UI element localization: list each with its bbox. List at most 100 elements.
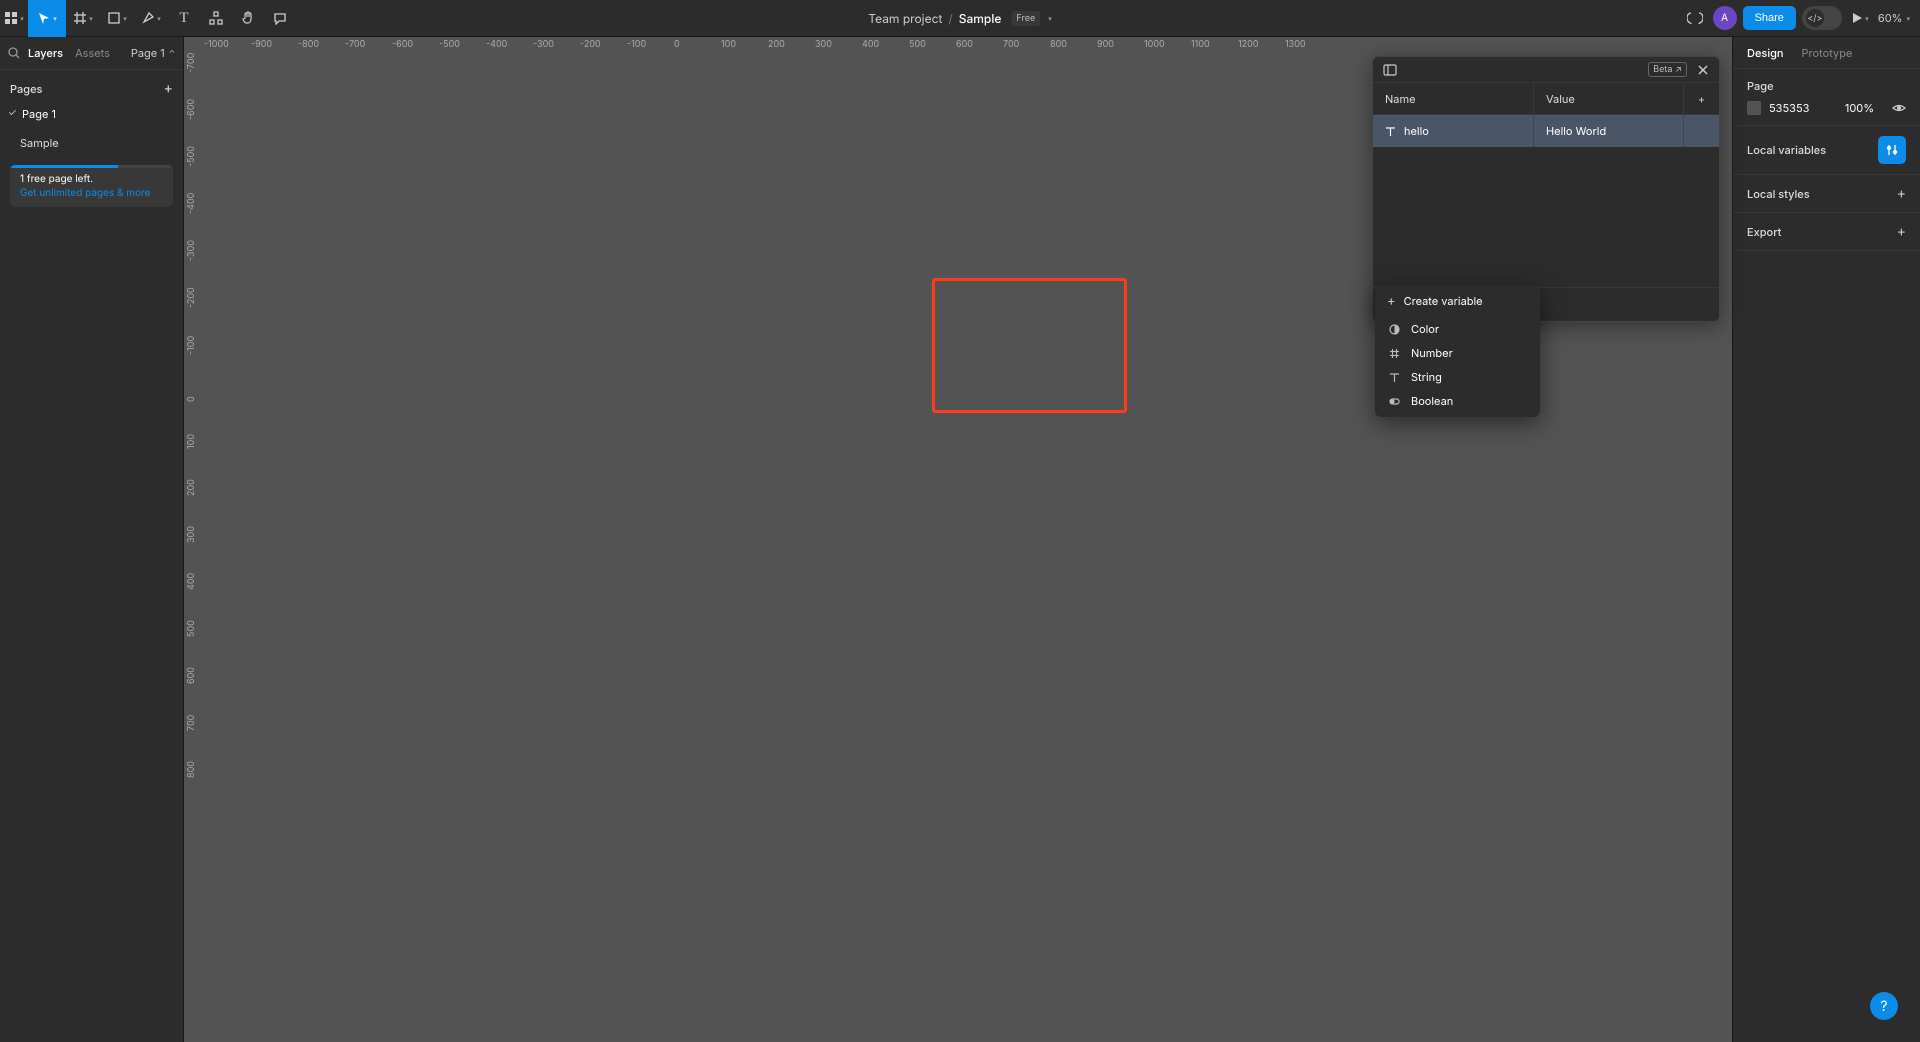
assets-tab[interactable]: Assets [75,46,110,60]
audio-button[interactable] [1683,6,1707,30]
comment-tool-button[interactable] [264,0,296,37]
chevron-down-icon[interactable]: ▾ [1048,14,1052,23]
share-button[interactable]: Share [1743,6,1796,30]
code-icon: </> [1806,9,1824,27]
hand-tool-button[interactable] [232,0,264,37]
create-color-variable[interactable]: Color [1375,317,1540,341]
export-label: Export [1747,225,1781,239]
add-style-button[interactable]: + [1897,185,1906,202]
page-opacity-value[interactable]: 100% [1845,101,1874,115]
ruler-tick: 400 [186,573,197,590]
ruler-tick: 800 [1050,39,1067,50]
shape-tool-button[interactable]: ▾ [100,0,134,37]
ruler-tick: -1000 [204,39,229,50]
chevron-down-icon: ▾ [157,14,161,23]
create-variable-button[interactable]: + Create variable [1375,285,1540,317]
variable-name[interactable]: hello [1404,124,1429,138]
promo-line1: 1 free page left. [20,173,163,185]
create-string-variable[interactable]: String [1375,365,1540,389]
layer-item[interactable]: Sample [0,131,183,155]
variables-panel: Beta ↗ Name Value + hello Hello World [1372,56,1720,322]
text-tool-button[interactable]: T [168,0,200,37]
ruler-tick: 300 [186,526,197,543]
ruler-tick: 1300 [1285,39,1306,50]
ruler-tick: -200 [186,287,197,308]
plan-badge: Free [1011,11,1040,26]
beta-badge: Beta ↗ [1648,62,1687,77]
pen-tool-button[interactable]: ▾ [134,0,168,37]
page-selector[interactable]: Page 1 ⌃ [131,46,175,60]
ruler-tick: 200 [768,39,785,50]
ruler-tick: 1200 [1238,39,1259,50]
variable-row[interactable]: hello Hello World [1373,115,1719,147]
dev-mode-toggle[interactable]: </> [1802,6,1842,30]
resources-tool-button[interactable] [200,0,232,37]
upgrade-promo[interactable]: 1 free page left. Get unlimited pages & … [10,165,173,207]
add-page-button[interactable]: + [164,80,173,97]
page-section-title: Page [1747,79,1906,93]
ruler-tick: -500 [186,146,197,167]
create-variable-popover: + Create variable Color Number String Bo… [1375,285,1540,417]
promo-line2[interactable]: Get unlimited pages & more [20,187,163,199]
main-menu-button[interactable]: ▾ [0,0,28,37]
ruler-tick: -600 [392,39,413,50]
ruler-tick: 800 [186,761,197,778]
help-button[interactable]: ? [1870,992,1898,1020]
search-icon[interactable] [8,47,20,59]
chevron-down-icon: ▾ [89,14,93,23]
page-item[interactable]: Page 1 [0,103,183,125]
create-number-variable[interactable]: Number [1375,341,1540,365]
number-icon [1389,348,1401,359]
add-column-button[interactable]: + [1683,83,1719,114]
user-avatar[interactable]: A [1713,6,1737,30]
chevron-down-icon: ▾ [123,14,127,23]
create-boolean-variable[interactable]: Boolean [1375,389,1540,413]
left-panel: Layers Assets Page 1 ⌃ Pages + Page 1 Sa… [0,37,184,1042]
sidebar-toggle-icon[interactable] [1383,63,1397,77]
page-color-value[interactable]: 535353 [1769,101,1809,115]
ruler-tick: -100 [186,336,197,355]
present-button[interactable]: ▾ [1848,6,1872,30]
close-button[interactable] [1697,64,1709,76]
ruler-tick: 100 [721,39,736,50]
layers-tab[interactable]: Layers [28,46,63,60]
ruler-tick: 100 [186,434,197,449]
frame-tool-button[interactable]: ▾ [66,0,100,37]
zoom-control[interactable]: 60% ▾ [1878,11,1910,25]
ruler-tick: -600 [186,99,197,120]
ruler-tick: 1100 [1191,39,1210,50]
chevron-up-icon: ⌃ [169,48,175,58]
ruler-tick: 900 [1097,39,1114,50]
ruler-tick: -400 [186,193,197,214]
ruler-tick: -300 [186,240,197,261]
breadcrumb[interactable]: Team project / Sample Free ▾ [868,11,1051,26]
ruler-tick: 600 [186,667,197,684]
page-color-swatch[interactable] [1747,101,1761,115]
variable-value[interactable]: Hello World [1533,115,1683,147]
add-export-button[interactable]: + [1897,223,1906,240]
open-variables-button[interactable] [1878,136,1906,164]
ruler-vertical: -700-600-500-400-300-200-100010020030040… [184,55,204,1042]
ruler-tick: -500 [439,39,460,50]
zoom-value: 60% [1878,11,1903,25]
ruler-tick: 0 [186,396,197,402]
ruler-tick: 200 [186,479,197,496]
ruler-tick: -200 [580,39,601,50]
color-icon [1389,324,1401,335]
chevron-down-icon: ▾ [1865,14,1869,23]
ruler-tick: -700 [345,39,365,50]
visibility-icon[interactable] [1892,101,1906,115]
move-tool-button[interactable]: ▾ [28,0,66,37]
design-tab[interactable]: Design [1747,46,1784,60]
breadcrumb-separator: / [948,11,952,26]
chevron-down-icon: ▾ [20,14,24,23]
file-name[interactable]: Sample [959,11,1002,26]
prototype-tab[interactable]: Prototype [1802,46,1853,60]
variables-table-header: Name Value + [1373,83,1719,115]
project-name[interactable]: Team project [868,11,942,26]
ruler-tick: 300 [815,39,832,50]
ruler-tick: -900 [251,39,272,50]
right-panel: Design Prototype Page 535353 100% Local … [1732,37,1920,1042]
ruler-horizontal: -1000-900-800-700-600-500-400-300-200-10… [204,37,1732,55]
ruler-tick: 0 [674,39,680,50]
